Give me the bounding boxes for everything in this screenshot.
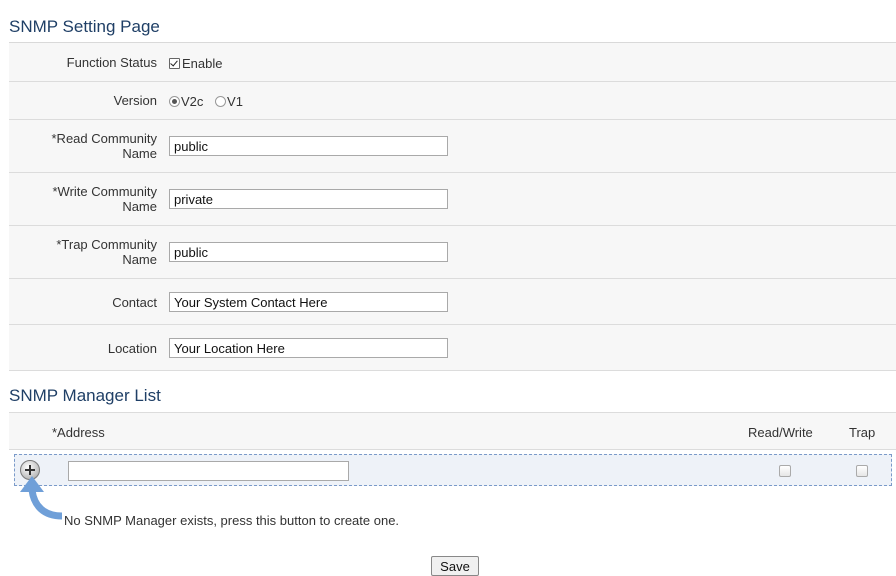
function-status-label: Function Status — [66, 55, 157, 70]
trap-community-label-line2: Name — [122, 252, 157, 267]
curved-arrow-icon — [20, 476, 62, 520]
enable-label: Enable — [182, 56, 223, 71]
address-column-header: *Address — [52, 425, 105, 440]
row-contact: Contact — [9, 279, 896, 325]
write-community-label-line1: *Write Community — [52, 184, 157, 199]
version-radio-group: V2c V1 — [169, 94, 251, 109]
radio-v2c-label: V2c — [181, 94, 204, 109]
save-button[interactable]: Save — [431, 556, 479, 576]
read-community-input[interactable] — [169, 136, 448, 156]
read-community-label-line1: *Read Community — [51, 131, 158, 146]
row-function-status: Function Status Enable — [9, 43, 896, 82]
read-write-checkbox[interactable] — [779, 465, 791, 477]
radio-v1-label: V1 — [227, 94, 243, 109]
trap-community-label-line1: *Trap Community — [56, 237, 157, 252]
read-write-column-header: Read/Write — [748, 425, 813, 440]
no-manager-hint: No SNMP Manager exists, press this butto… — [64, 513, 400, 528]
row-location: Location — [9, 325, 896, 371]
row-write-community: *Write Community Name — [9, 173, 896, 226]
trap-community-input[interactable] — [169, 242, 448, 262]
row-version: Version V2c V1 — [9, 82, 896, 120]
manager-address-input[interactable] — [68, 461, 349, 481]
write-community-label-line2: Name — [122, 199, 157, 214]
snmp-settings-form: Function Status Enable Version V2c V1 *R… — [9, 43, 896, 371]
read-community-label-line2: Name — [122, 146, 157, 161]
location-label: Location — [107, 341, 157, 356]
page-title: SNMP Setting Page — [9, 17, 160, 36]
manager-list-header: *Address Read/Write Trap — [9, 412, 896, 450]
enable-checkbox-wrap[interactable]: Enable — [169, 56, 222, 71]
radio-v1[interactable] — [215, 96, 227, 107]
enable-checkbox[interactable] — [169, 58, 180, 69]
write-community-label: *Write Community Name — [52, 184, 157, 214]
trap-column-header: Trap — [849, 425, 876, 440]
contact-input[interactable] — [169, 292, 448, 312]
location-input[interactable] — [169, 338, 448, 358]
trap-community-label: *Trap Community Name — [56, 237, 157, 267]
trap-checkbox[interactable] — [856, 465, 868, 477]
write-community-input[interactable] — [169, 189, 448, 209]
version-label: Version — [113, 93, 157, 108]
radio-v2c[interactable] — [169, 96, 180, 107]
read-community-label: *Read Community Name — [52, 131, 158, 161]
row-read-community: *Read Community Name — [9, 120, 896, 173]
manager-list-title: SNMP Manager List — [9, 386, 161, 405]
row-trap-community: *Trap Community Name — [9, 226, 896, 279]
contact-label: Contact — [112, 295, 157, 310]
manager-new-row — [14, 454, 892, 486]
